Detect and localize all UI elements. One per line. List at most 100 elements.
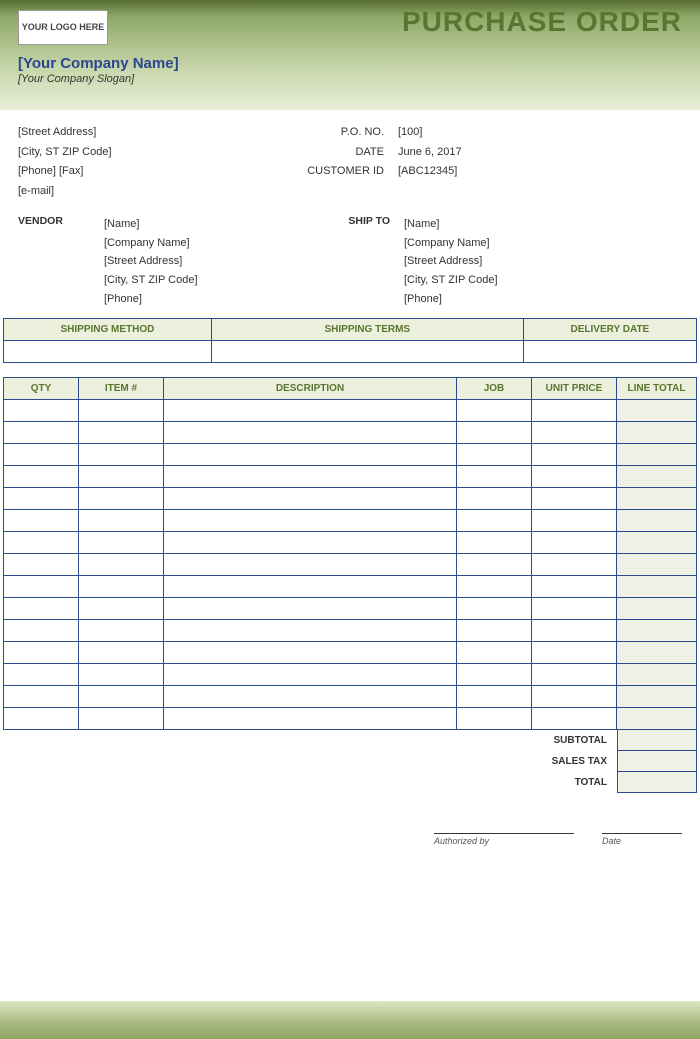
cell-job[interactable] — [457, 598, 532, 620]
cell-price[interactable] — [532, 642, 617, 664]
cell-job[interactable] — [457, 532, 532, 554]
cell-qty[interactable] — [4, 686, 79, 708]
cell-desc[interactable] — [164, 642, 457, 664]
cell-job[interactable] — [457, 686, 532, 708]
cell-item[interactable] — [79, 554, 164, 576]
cell-desc[interactable] — [164, 598, 457, 620]
cell-desc[interactable] — [164, 422, 457, 444]
cell-price[interactable] — [532, 422, 617, 444]
cell-price[interactable] — [532, 400, 617, 422]
cell-qty[interactable] — [4, 466, 79, 488]
cell-price[interactable] — [532, 532, 617, 554]
cell-desc[interactable] — [164, 554, 457, 576]
cell-qty[interactable] — [4, 708, 79, 730]
cell-job[interactable] — [457, 510, 532, 532]
cell-item[interactable] — [79, 664, 164, 686]
logo-placeholder: YOUR LOGO HERE — [18, 10, 108, 45]
cell-item[interactable] — [79, 466, 164, 488]
cell-price[interactable] — [532, 708, 617, 730]
cell-job[interactable] — [457, 576, 532, 598]
cell-price[interactable] — [532, 444, 617, 466]
cell-qty[interactable] — [4, 554, 79, 576]
customer-id-value: [ABC12345] — [398, 163, 457, 180]
cell-job[interactable] — [457, 620, 532, 642]
cell-job[interactable] — [457, 708, 532, 730]
price-header: UNIT PRICE — [532, 378, 617, 400]
cell-item[interactable] — [79, 642, 164, 664]
cell-total[interactable] — [617, 664, 697, 686]
cell-job[interactable] — [457, 554, 532, 576]
cell-total[interactable] — [617, 422, 697, 444]
cell-price[interactable] — [532, 664, 617, 686]
cell-item[interactable] — [79, 686, 164, 708]
cell-total[interactable] — [617, 466, 697, 488]
cell-desc[interactable] — [164, 664, 457, 686]
cell-total[interactable] — [617, 620, 697, 642]
cell-desc[interactable] — [164, 444, 457, 466]
cell-item[interactable] — [79, 400, 164, 422]
cell-price[interactable] — [532, 554, 617, 576]
cell-desc[interactable] — [164, 400, 457, 422]
cell-qty[interactable] — [4, 642, 79, 664]
cell-qty[interactable] — [4, 598, 79, 620]
cell-price[interactable] — [532, 576, 617, 598]
shipping-terms-cell[interactable] — [211, 341, 523, 363]
cell-desc[interactable] — [164, 466, 457, 488]
shipping-method-header: SHIPPING METHOD — [4, 319, 212, 341]
cell-total[interactable] — [617, 642, 697, 664]
cell-job[interactable] — [457, 488, 532, 510]
cell-qty[interactable] — [4, 444, 79, 466]
cell-total[interactable] — [617, 554, 697, 576]
cell-job[interactable] — [457, 444, 532, 466]
cell-qty[interactable] — [4, 510, 79, 532]
cell-qty[interactable] — [4, 422, 79, 444]
cell-qty[interactable] — [4, 620, 79, 642]
cell-item[interactable] — [79, 598, 164, 620]
cell-qty[interactable] — [4, 532, 79, 554]
cell-item[interactable] — [79, 532, 164, 554]
cell-job[interactable] — [457, 422, 532, 444]
cell-price[interactable] — [532, 510, 617, 532]
cell-job[interactable] — [457, 664, 532, 686]
cell-price[interactable] — [532, 488, 617, 510]
cell-item[interactable] — [79, 576, 164, 598]
shipping-method-cell[interactable] — [4, 341, 212, 363]
cell-item[interactable] — [79, 708, 164, 730]
cell-desc[interactable] — [164, 532, 457, 554]
cell-item[interactable] — [79, 444, 164, 466]
table-row — [4, 576, 697, 598]
cell-total[interactable] — [617, 510, 697, 532]
cell-total[interactable] — [617, 444, 697, 466]
cell-job[interactable] — [457, 400, 532, 422]
cell-item[interactable] — [79, 510, 164, 532]
cell-desc[interactable] — [164, 510, 457, 532]
cell-item[interactable] — [79, 620, 164, 642]
cell-total[interactable] — [617, 598, 697, 620]
cell-price[interactable] — [532, 686, 617, 708]
cell-desc[interactable] — [164, 488, 457, 510]
cell-price[interactable] — [532, 620, 617, 642]
cell-desc[interactable] — [164, 576, 457, 598]
cell-desc[interactable] — [164, 686, 457, 708]
cell-item[interactable] — [79, 488, 164, 510]
cell-total[interactable] — [617, 686, 697, 708]
cell-total[interactable] — [617, 488, 697, 510]
shipping-table: SHIPPING METHOD SHIPPING TERMS DELIVERY … — [3, 318, 697, 363]
cell-qty[interactable] — [4, 400, 79, 422]
cell-qty[interactable] — [4, 576, 79, 598]
cell-price[interactable] — [532, 598, 617, 620]
cell-desc[interactable] — [164, 708, 457, 730]
cell-item[interactable] — [79, 422, 164, 444]
cell-qty[interactable] — [4, 664, 79, 686]
cell-total[interactable] — [617, 576, 697, 598]
cell-price[interactable] — [532, 466, 617, 488]
cell-qty[interactable] — [4, 488, 79, 510]
cell-total[interactable] — [617, 532, 697, 554]
header-band: YOUR LOGO HERE PURCHASE ORDER [Your Comp… — [0, 0, 700, 110]
cell-desc[interactable] — [164, 620, 457, 642]
delivery-date-cell[interactable] — [523, 341, 696, 363]
cell-total[interactable] — [617, 708, 697, 730]
cell-job[interactable] — [457, 466, 532, 488]
cell-total[interactable] — [617, 400, 697, 422]
cell-job[interactable] — [457, 642, 532, 664]
